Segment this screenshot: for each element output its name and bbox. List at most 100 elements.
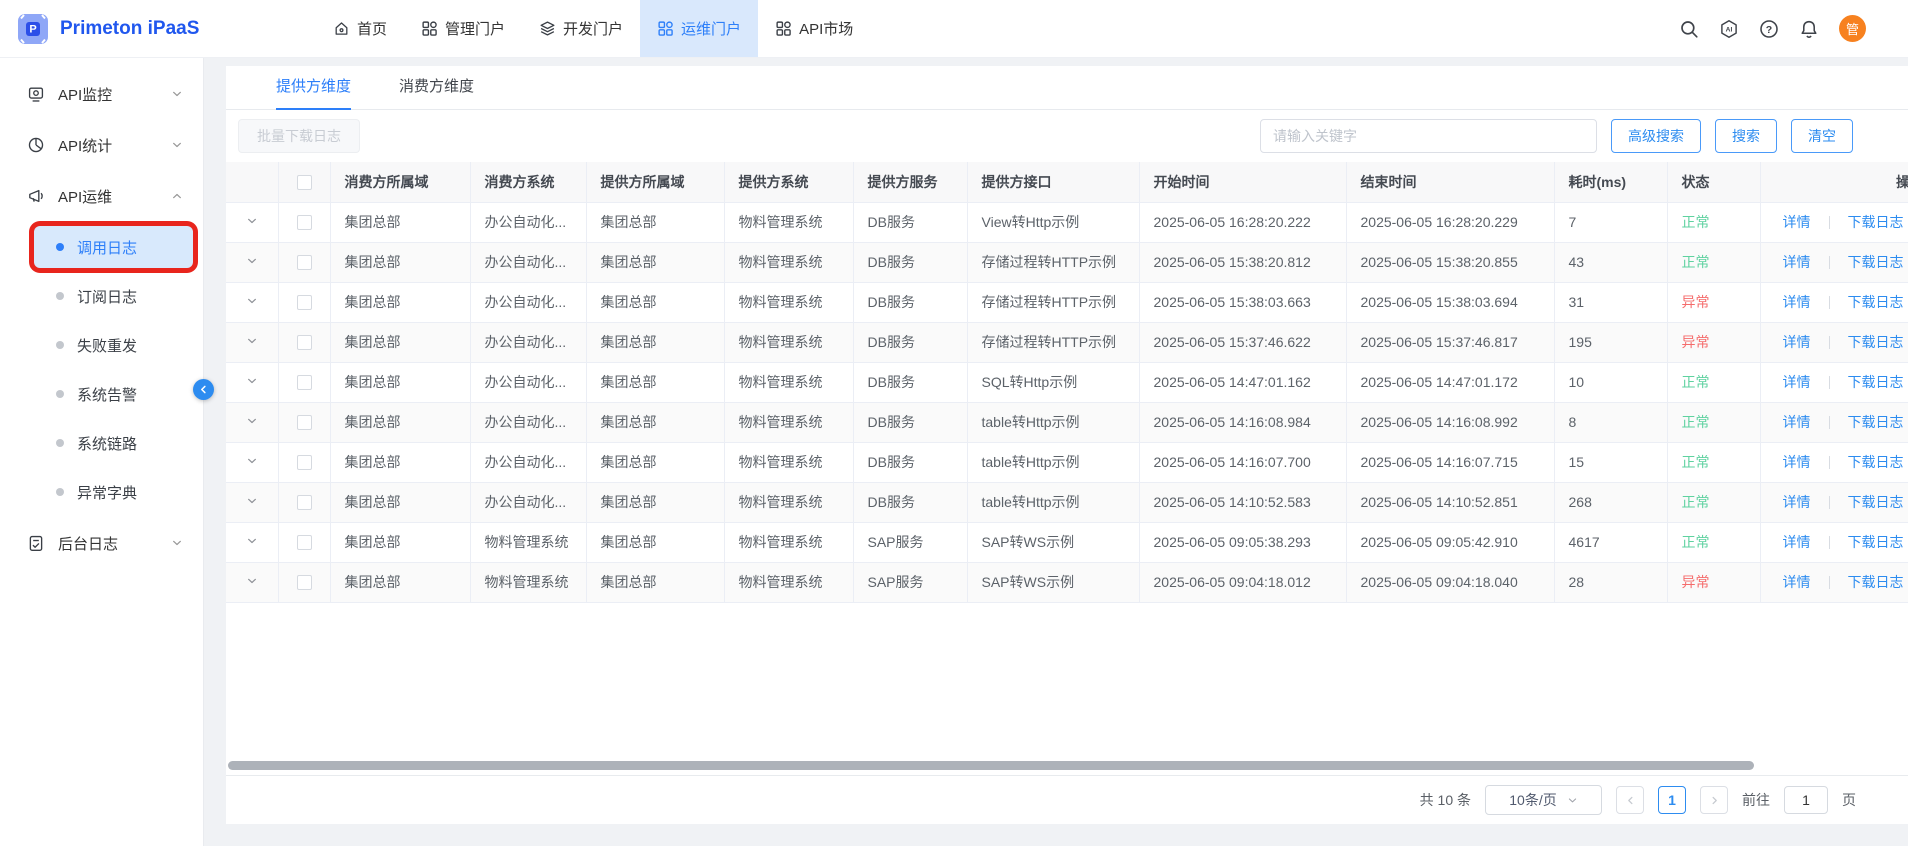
table-row: 集团总部 办公自动化... 集团总部 物料管理系统 DB服务 存储过程转HTTP示例 202… bbox=[226, 282, 1908, 323]
nav-item-admin-portal[interactable]: 管理门户 bbox=[404, 0, 522, 57]
notification-icon[interactable] bbox=[1799, 19, 1819, 39]
cell-provider-system: 物料管理系统 bbox=[724, 242, 854, 283]
download-log-link[interactable]: 下载日志 bbox=[1848, 214, 1904, 230]
row-checkbox[interactable] bbox=[296, 255, 312, 271]
tab-consumer-dimension[interactable]: 消费方维度 bbox=[399, 75, 474, 109]
search-button[interactable]: 搜索 bbox=[1715, 119, 1777, 153]
cell-actions: 详情 下载日志 bbox=[1760, 202, 1908, 243]
download-log-link[interactable]: 下载日志 bbox=[1848, 574, 1904, 590]
sidebar-collapse-toggle[interactable] bbox=[193, 379, 214, 400]
chevron-down-icon[interactable] bbox=[246, 215, 258, 227]
toolbar-search-group: 高级搜索 搜索 清空 bbox=[1260, 119, 1853, 153]
detail-link[interactable]: 详情 bbox=[1783, 334, 1811, 350]
sidebar-item-api-ops[interactable]: API运维 bbox=[0, 173, 203, 219]
select-all-checkbox[interactable] bbox=[296, 175, 312, 191]
chevron-down-icon[interactable] bbox=[246, 575, 258, 587]
sidebar-item-api-stats[interactable]: API统计 bbox=[0, 122, 203, 168]
prev-page-button[interactable] bbox=[1616, 786, 1644, 814]
detail-link[interactable]: 详情 bbox=[1783, 454, 1811, 470]
detail-link[interactable]: 详情 bbox=[1783, 534, 1811, 550]
ai-assistant-icon[interactable]: AI bbox=[1719, 19, 1739, 39]
advanced-search-button[interactable]: 高级搜索 bbox=[1611, 119, 1701, 153]
detail-link[interactable]: 详情 bbox=[1783, 414, 1811, 430]
help-icon[interactable]: ? bbox=[1759, 19, 1779, 39]
cell-consumer-domain: 集团总部 bbox=[330, 322, 471, 363]
cell-start-time: 2025-06-05 14:10:52.583 bbox=[1139, 482, 1347, 523]
search-icon[interactable] bbox=[1679, 19, 1699, 39]
nav-item-label: 开发门户 bbox=[563, 21, 624, 38]
cell-consumer-system: 办公自动化... bbox=[470, 322, 587, 363]
current-page[interactable]: 1 bbox=[1658, 786, 1686, 814]
detail-link[interactable]: 详情 bbox=[1783, 254, 1811, 270]
chevron-down-icon bbox=[171, 88, 183, 100]
nav-item-api-market[interactable]: API市场 bbox=[758, 0, 870, 57]
table-row: 集团总部 办公自动化... 集团总部 物料管理系统 DB服务 存储过程转HTTP示例 202… bbox=[226, 322, 1908, 363]
cell-elapsed-ms: 7 bbox=[1554, 202, 1668, 243]
download-log-link[interactable]: 下载日志 bbox=[1848, 254, 1904, 270]
page-size-select[interactable]: 10条/页 bbox=[1485, 785, 1602, 815]
cell-elapsed-ms: 10 bbox=[1554, 362, 1668, 403]
cell-provider-system: 物料管理系统 bbox=[724, 202, 854, 243]
row-checkbox[interactable] bbox=[296, 295, 312, 311]
row-select-cell bbox=[278, 322, 331, 363]
cell-elapsed-ms: 268 bbox=[1554, 482, 1668, 523]
chevron-down-icon[interactable] bbox=[246, 255, 258, 267]
sidebar-subitem-system-alert[interactable]: 系统告警 bbox=[34, 373, 193, 415]
download-log-link[interactable]: 下载日志 bbox=[1848, 454, 1904, 470]
avatar[interactable]: 管 bbox=[1839, 15, 1866, 42]
chevron-down-icon[interactable] bbox=[246, 495, 258, 507]
cell-provider-service: DB服务 bbox=[853, 322, 968, 363]
batch-download-button[interactable]: 批量下载日志 bbox=[238, 119, 360, 153]
row-checkbox[interactable] bbox=[296, 575, 312, 591]
nav-item-ops-portal[interactable]: 运维门户 bbox=[640, 0, 759, 57]
sidebar-item-backend-log[interactable]: 后台日志 bbox=[0, 520, 203, 566]
sidebar-subitem-subscribe-log[interactable]: 订阅日志 bbox=[34, 275, 193, 317]
detail-link[interactable]: 详情 bbox=[1783, 374, 1811, 390]
row-checkbox[interactable] bbox=[296, 495, 312, 511]
expander-cell bbox=[226, 482, 279, 523]
chevron-down-icon[interactable] bbox=[246, 295, 258, 307]
cell-consumer-system: 办公自动化... bbox=[470, 242, 587, 283]
chevron-down-icon[interactable] bbox=[246, 415, 258, 427]
download-log-link[interactable]: 下载日志 bbox=[1848, 334, 1904, 350]
download-log-link[interactable]: 下载日志 bbox=[1848, 414, 1904, 430]
keyword-input[interactable] bbox=[1260, 119, 1597, 153]
detail-link[interactable]: 详情 bbox=[1783, 294, 1811, 310]
nav-item-home[interactable]: 首页 bbox=[316, 0, 404, 57]
detail-link[interactable]: 详情 bbox=[1783, 494, 1811, 510]
nav-item-dev-portal[interactable]: 开发门户 bbox=[522, 0, 640, 57]
tab-provider-dimension[interactable]: 提供方维度 bbox=[276, 75, 352, 110]
goto-page-input[interactable] bbox=[1784, 786, 1828, 814]
divider bbox=[1828, 216, 1830, 229]
row-checkbox[interactable] bbox=[296, 455, 312, 471]
grid-icon bbox=[775, 20, 792, 37]
row-checkbox[interactable] bbox=[296, 215, 312, 231]
horizontal-scrollbar[interactable] bbox=[228, 761, 1754, 770]
sidebar-subitem-system-trace[interactable]: 系统链路 bbox=[34, 422, 193, 464]
cell-consumer-domain: 集团总部 bbox=[330, 282, 471, 323]
row-checkbox[interactable] bbox=[296, 535, 312, 551]
row-checkbox[interactable] bbox=[296, 335, 312, 351]
chevron-down-icon[interactable] bbox=[246, 375, 258, 387]
row-checkbox[interactable] bbox=[296, 415, 312, 431]
download-log-link[interactable]: 下载日志 bbox=[1848, 294, 1904, 310]
clear-button[interactable]: 清空 bbox=[1791, 119, 1853, 153]
chevron-down-icon[interactable] bbox=[246, 335, 258, 347]
sidebar-subitem-fail-retry[interactable]: 失败重发 bbox=[34, 324, 193, 366]
next-page-button[interactable] bbox=[1700, 786, 1728, 814]
status-badge: 正常 bbox=[1667, 522, 1761, 563]
cell-consumer-system: 办公自动化... bbox=[470, 202, 587, 243]
download-log-link[interactable]: 下载日志 bbox=[1848, 534, 1904, 550]
detail-link[interactable]: 详情 bbox=[1783, 574, 1811, 590]
expander-header-cell bbox=[226, 162, 279, 203]
sidebar-item-label: 后台日志 bbox=[58, 535, 119, 553]
download-log-link[interactable]: 下载日志 bbox=[1848, 374, 1904, 390]
chevron-down-icon[interactable] bbox=[246, 535, 258, 547]
row-checkbox[interactable] bbox=[296, 375, 312, 391]
download-log-link[interactable]: 下载日志 bbox=[1848, 494, 1904, 510]
chevron-down-icon[interactable] bbox=[246, 455, 258, 467]
detail-link[interactable]: 详情 bbox=[1783, 214, 1811, 230]
sidebar-subitem-exception-dict[interactable]: 异常字典 bbox=[34, 471, 193, 513]
sidebar-subitem-invoke-log[interactable]: 调用日志 bbox=[34, 226, 193, 268]
sidebar-item-api-monitor[interactable]: API监控 bbox=[0, 71, 203, 117]
